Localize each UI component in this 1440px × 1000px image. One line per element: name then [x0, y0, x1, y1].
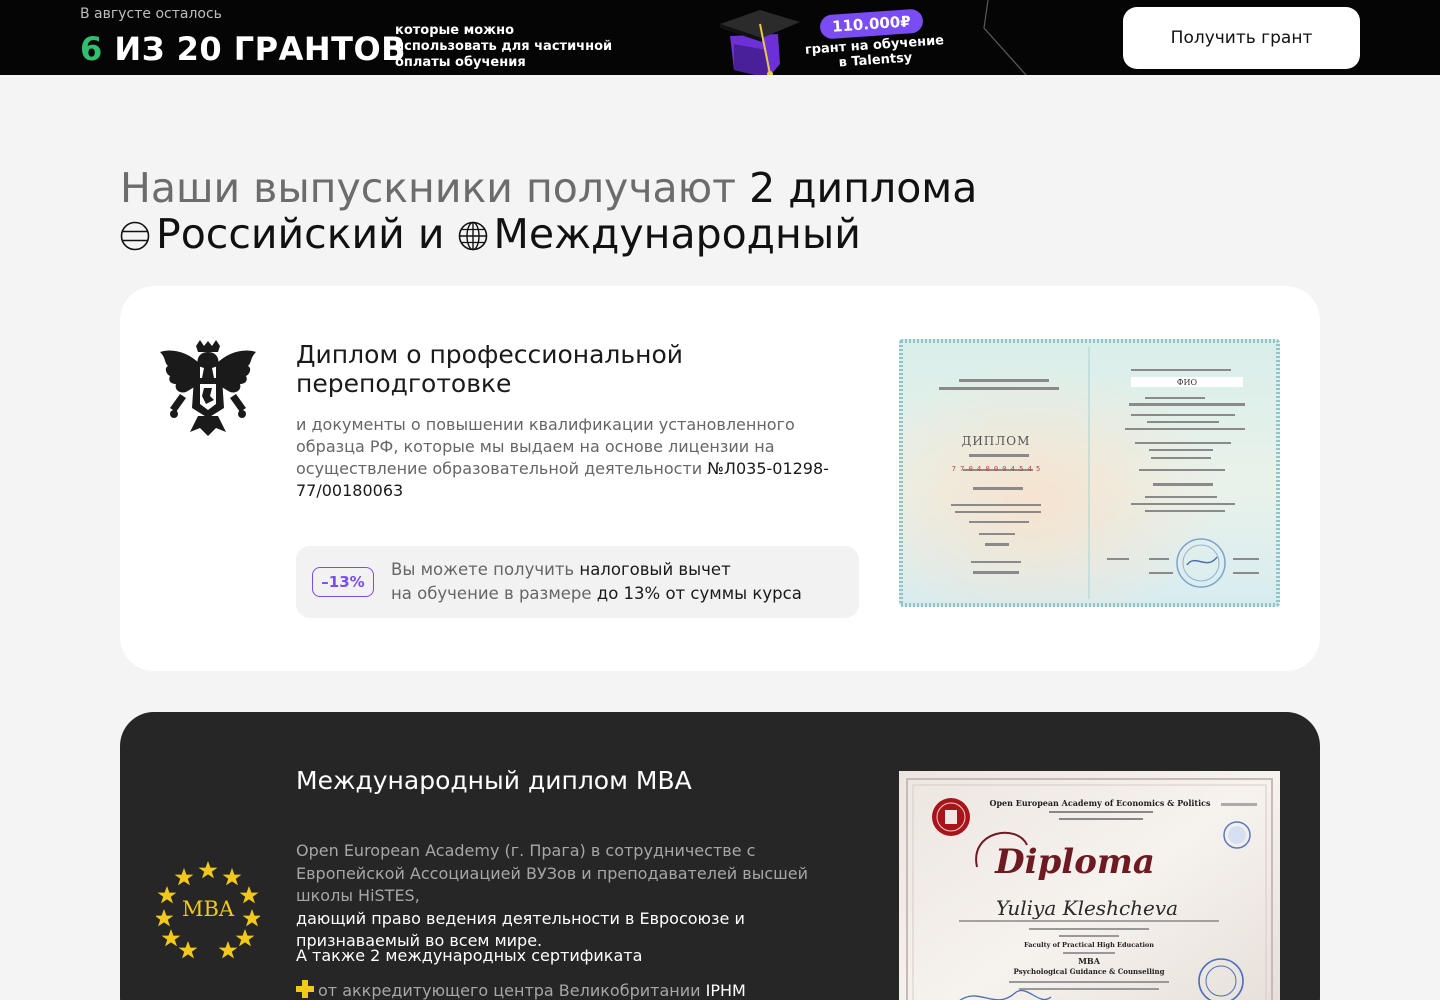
title-part-2: 2 диплома	[749, 164, 978, 212]
mba-diploma-faculty: Faculty of Practical High Education	[1024, 941, 1154, 949]
russian-diploma-description: и документы о повышении квалификации уст…	[296, 414, 856, 502]
grant-count-number: 6	[80, 30, 103, 68]
tax-discount-badge: –13%	[312, 567, 374, 597]
russian-diploma-title: Диплом о профессиональной переподготовке	[296, 340, 684, 398]
mba-desc-muted: Open European Academy (г. Прага) в сотру…	[296, 841, 809, 905]
globe-icon	[458, 221, 487, 251]
grant-promo: 110.000₽ грант на обучение в Talentsy	[720, 4, 960, 75]
international-diploma-label: Международный	[493, 210, 861, 258]
tax-text-part-3: на обучение в размере	[391, 584, 597, 603]
mba-diploma-word: Diploma	[994, 842, 1155, 882]
mba-diploma-degree: MBA	[1078, 956, 1101, 966]
yellow-plus-icon	[296, 980, 314, 998]
grant-counter: 6 ИЗ 20 ГРАНТОВ	[80, 30, 406, 68]
title-part-1: Наши выпускники получают	[120, 164, 750, 212]
tax-text-part-1: Вы можете получить	[391, 560, 580, 579]
grant-banner: В августе осталось 6 ИЗ 20 ГРАНТОВ котор…	[0, 0, 1440, 75]
mba-desc-light: дающий право ведения деятельности в Евро…	[296, 908, 745, 951]
russia-flag-icon	[120, 221, 150, 251]
graduation-cap-icon	[720, 10, 800, 75]
mba-logo-text: MBA	[182, 897, 235, 921]
page-title: Наши выпускники получают 2 диплома Росси…	[120, 165, 977, 257]
tax-text-part-2: налоговый вычет	[579, 560, 731, 579]
certificate-text: от аккредитующего центра Великобритании	[318, 981, 706, 1000]
grant-promo-text: грант на обучение в Talentsy	[804, 33, 945, 71]
mba-diploma-academy: Open European Academy of Economics & Pol…	[989, 798, 1211, 808]
mba-diploma-program: Psychological Guidance & Counselling	[1014, 967, 1165, 976]
diploma-fio: ФИО	[1177, 378, 1198, 387]
russian-eagle-emblem-icon	[160, 340, 256, 436]
mba-diploma-image: Open European Academy of Economics & Pol…	[899, 771, 1280, 1000]
mba-diploma-title: Международный диплом MBA	[296, 766, 692, 795]
diploma-word: ДИПЛОМ	[962, 434, 1031, 448]
tax-deduction-text: Вы можете получить налоговый вычет на об…	[391, 558, 802, 606]
tax-deduction-note: –13% Вы можете получить налоговый вычет …	[296, 546, 859, 618]
certificate-item: от аккредитующего центра Великобритании …	[296, 980, 746, 1000]
certificates-heading: А также 2 международных сертификата	[296, 946, 643, 965]
svg-text:7 7 0 4 0 0 0 4 5 4 5: 7 7 0 4 0 0 0 4 5 4 5	[952, 465, 1041, 473]
mba-diploma-card: MBA Международный диплом MBA Open Europe…	[120, 712, 1320, 1000]
mba-diploma-description: Open European Academy (г. Прага) в сотру…	[296, 840, 866, 953]
grant-count-text: ИЗ 20 ГРАНТОВ	[102, 30, 407, 68]
russian-diploma-label: Российский и	[156, 210, 458, 258]
get-grant-button[interactable]: Получить грант	[1123, 7, 1360, 69]
certificate-org: IPHM	[705, 981, 746, 1000]
tax-text-part-4: до 13% от суммы курса	[596, 584, 802, 603]
russian-diploma-image: ФИО ДИПЛОМ 7 7 0 4 0 0 0 4 5 4 5	[899, 339, 1280, 607]
grant-description: которые можно использовать для частичной…	[395, 23, 613, 70]
remain-label: В августе осталось	[80, 6, 222, 22]
banner-divider	[983, 0, 1027, 75]
mba-stars-logo-icon: MBA	[156, 861, 260, 959]
mba-diploma-name: Yuliya Kleshcheva	[996, 896, 1178, 920]
russian-diploma-card: Диплом о профессиональной переподготовке…	[120, 286, 1320, 671]
